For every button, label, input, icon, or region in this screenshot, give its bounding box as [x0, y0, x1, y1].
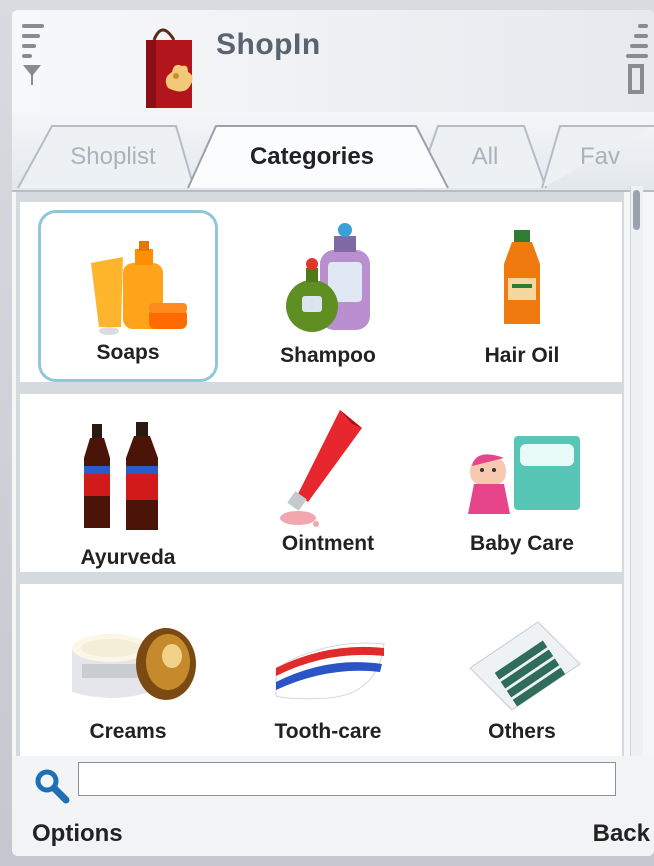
category-shampoo[interactable]: Shampoo	[238, 210, 418, 382]
tab-fav[interactable]: Fav	[560, 126, 640, 188]
signal-strength-icon	[22, 24, 46, 110]
category-label: Shampoo	[280, 344, 376, 367]
battery-level-icon	[624, 24, 648, 110]
category-others[interactable]: Others	[432, 586, 612, 758]
scrollbar-thumb[interactable]	[633, 190, 640, 230]
baby-care-icon	[468, 436, 580, 514]
category-row: Soaps Shampoo Hair Oil	[20, 202, 622, 382]
toothpaste-icon	[275, 642, 385, 700]
category-ointment[interactable]: Ointment	[238, 398, 418, 570]
category-label: Ayurveda	[80, 546, 176, 569]
category-label: Creams	[89, 720, 167, 743]
scrollbar[interactable]	[630, 186, 643, 766]
category-label: Soaps	[96, 341, 160, 364]
app-window: ShopIn Shoplist Categories All Fav Soaps…	[12, 10, 654, 856]
category-baby-care[interactable]: Baby Care	[432, 398, 612, 570]
category-label: Hair Oil	[484, 344, 560, 367]
shampoo-bottles-icon	[286, 223, 370, 332]
shopping-bag-logo-icon	[134, 18, 204, 112]
category-grid: Soaps Shampoo Hair Oil Ayurveda Ointment…	[16, 192, 624, 766]
header-bar: ShopIn	[12, 10, 654, 112]
batteries-icon	[469, 621, 581, 711]
search-icon[interactable]	[34, 768, 70, 804]
search-bar	[12, 756, 654, 808]
category-creams[interactable]: Creams	[38, 586, 218, 758]
category-label: Ointment	[281, 532, 375, 555]
ointment-tube-icon	[280, 410, 362, 527]
tab-shoplist[interactable]: Shoplist	[48, 126, 178, 188]
ayurveda-bottles-icon	[84, 422, 158, 530]
category-label: Others	[488, 720, 556, 743]
category-soaps[interactable]: Soaps	[38, 210, 218, 382]
hair-oil-bottle-icon	[504, 230, 540, 324]
search-input[interactable]	[78, 762, 616, 796]
cream-jar-icon	[72, 628, 196, 700]
tab-bar: Shoplist Categories All Fav	[12, 112, 654, 192]
category-hair-oil[interactable]: Hair Oil	[432, 210, 612, 382]
category-tooth-care[interactable]: Tooth-care	[238, 586, 418, 758]
back-softkey[interactable]: Back	[593, 820, 650, 848]
category-row: Ayurveda Ointment Baby Care	[20, 394, 622, 572]
app-title: ShopIn	[216, 28, 321, 61]
category-row: Creams Tooth-care Others	[20, 584, 622, 760]
softkey-bar: Options Back	[12, 808, 654, 856]
phone-screen: ShopIn Shoplist Categories All Fav Soaps…	[0, 0, 654, 866]
tab-categories[interactable]: Categories	[218, 126, 406, 188]
soap-cream-icon	[91, 241, 187, 335]
tab-all[interactable]: All	[440, 126, 530, 188]
category-ayurveda[interactable]: Ayurveda	[38, 398, 218, 570]
options-softkey[interactable]: Options	[32, 820, 123, 848]
category-label: Tooth-care	[274, 720, 382, 743]
category-label: Baby Care	[470, 532, 574, 555]
